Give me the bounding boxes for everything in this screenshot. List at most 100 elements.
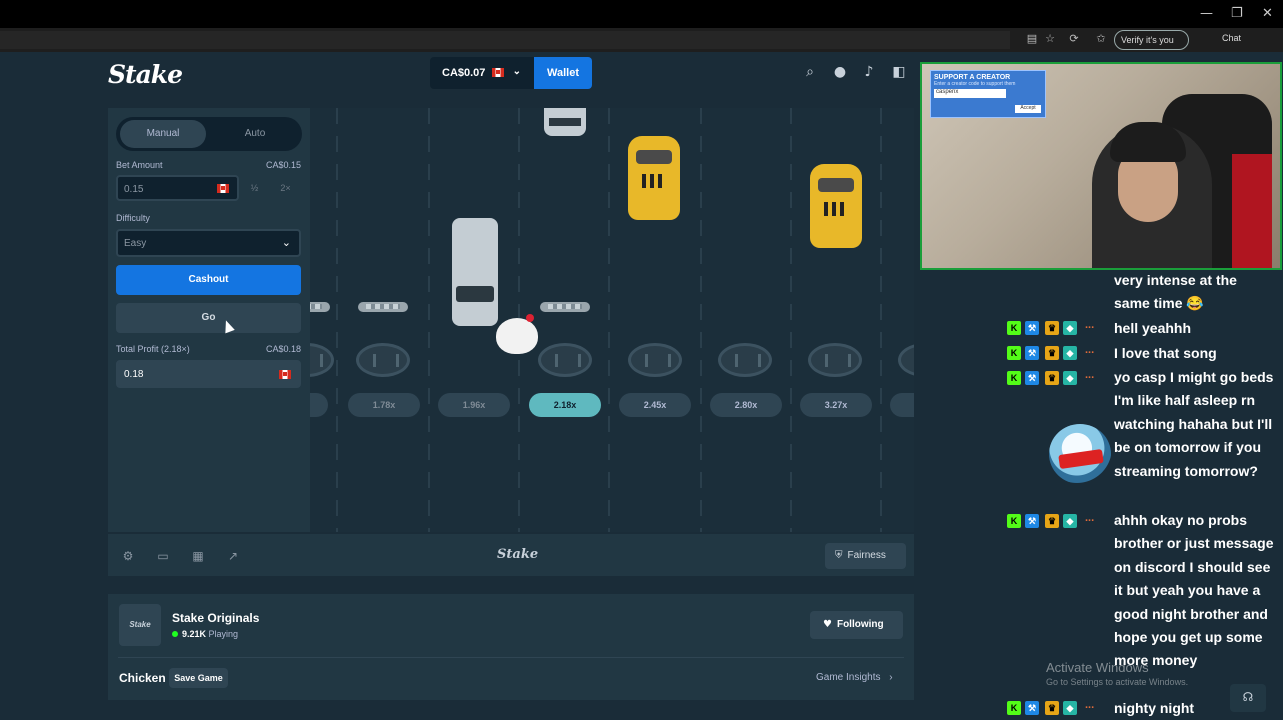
activate-windows-subtitle: Go to Settings to activate Windows. [1046, 677, 1189, 687]
restore-icon[interactable]: ❐ [1231, 6, 1243, 21]
balance-selector[interactable]: CA$0.07 ⌄ [430, 57, 534, 89]
half-bet-button[interactable]: ½ [239, 177, 270, 199]
multiplier-chip: 2.80x [710, 393, 782, 417]
multiplier-chip [890, 393, 914, 417]
badge-more: ... [1085, 369, 1095, 381]
online-dot-icon [172, 631, 178, 637]
tab-auto[interactable]: Auto [212, 120, 298, 148]
lane-divider [428, 108, 430, 532]
car [544, 108, 586, 136]
chatter-avatar [1049, 424, 1111, 484]
manhole-cover[interactable] [718, 343, 772, 377]
bet-amount-label: Bet Amount [116, 160, 163, 170]
taxi-car [628, 136, 680, 220]
fairness-button[interactable]: ⛨ Fairness [825, 543, 906, 569]
divider [118, 657, 904, 658]
chicken-game-board[interactable]: 1.78x 1.96x 2.18x 2.45x 2.80x 3.27x [310, 108, 914, 532]
stake-mini-logo: Stake [497, 547, 539, 562]
playing-label: Playing [208, 629, 239, 639]
headset-icon[interactable]: ☊ [1230, 684, 1266, 712]
playing-status: 9.21K Playing [172, 629, 238, 639]
settings-icon[interactable]: ⚙ [121, 549, 135, 563]
lane-divider [880, 108, 882, 532]
stake-originals-tile[interactable]: Stake [119, 604, 161, 646]
chat-badges: K ⚒ ♛ ◆ ... [1007, 369, 1107, 385]
go-button[interactable]: Go [116, 303, 301, 333]
hammer-badge-icon: ⚒ [1025, 701, 1039, 715]
total-profit-display: CA$0.18 [265, 344, 301, 354]
save-game-button[interactable]: Save Game [169, 668, 228, 688]
close-icon[interactable]: ✕ [1262, 6, 1273, 21]
multiplier-chip-active: 2.18x [529, 393, 601, 417]
shield-icon: ⛨ [835, 550, 843, 561]
favorites-icon[interactable]: ✩ [1094, 32, 1108, 46]
support-card-code: caspenx [934, 89, 1006, 98]
search-icon[interactable]: ⌕ [801, 64, 819, 82]
difficulty-label: Difficulty [116, 213, 150, 223]
difficulty-select[interactable]: Easy ⌄ [116, 229, 301, 257]
copilot-chat-button[interactable]: Chat [1222, 33, 1241, 43]
heart-icon: ♥ [823, 619, 832, 630]
badge-more: ... [1085, 319, 1095, 331]
kick-badge-icon: K [1007, 514, 1021, 528]
lane-divider [790, 108, 792, 532]
chevron-right-icon: › [889, 672, 893, 683]
theatre-icon[interactable]: ▭ [156, 549, 170, 563]
bell-icon[interactable]: ♪ [860, 64, 878, 82]
reader-icon[interactable]: ▤ [1025, 32, 1039, 46]
stats-icon[interactable]: ▦ [191, 549, 205, 563]
browser-toolbar: ▤ ☆ ⟳ ✩ Verify it's you Chat [0, 28, 1283, 52]
bet-amount-value: 0.15 [124, 184, 144, 195]
game-info-panel [108, 594, 914, 700]
subscriber-badge-icon: ◆ [1063, 701, 1077, 715]
manhole-cover [310, 343, 334, 377]
support-card-button: Accept [1015, 105, 1041, 113]
kick-badge-icon: K [1007, 321, 1021, 335]
webcam-overlay: SUPPORT A CREATOR Enter a creator code t… [920, 62, 1282, 270]
chat-badges: K ⚒ ♛ ◆ ... [1007, 699, 1107, 715]
chicken-character [496, 314, 538, 354]
bet-amount-display: CA$0.15 [265, 160, 301, 170]
wallet-button[interactable]: Wallet [534, 57, 592, 89]
double-bet-button[interactable]: 2× [270, 177, 301, 199]
fairness-label: Fairness [847, 550, 886, 561]
sidebar-icon[interactable]: ◧ [890, 64, 908, 82]
star-icon[interactable]: ☆ [1043, 32, 1057, 46]
crown-badge-icon: ♛ [1045, 321, 1059, 335]
hammer-badge-icon: ⚒ [1025, 514, 1039, 528]
manhole-cover[interactable] [628, 343, 682, 377]
support-card-subtitle: Enter a creator code to support them [934, 81, 1016, 87]
stake-logo[interactable]: Stake [108, 60, 183, 89]
manhole-cover[interactable] [808, 343, 862, 377]
hammer-badge-icon: ⚒ [1025, 371, 1039, 385]
hammer-badge-icon: ⚒ [1025, 346, 1039, 360]
user-icon[interactable]: ● [831, 64, 849, 82]
refresh-icon[interactable]: ⟳ [1067, 32, 1081, 46]
bet-amount-input[interactable]: 0.15 [116, 175, 239, 201]
lane-divider [700, 108, 702, 532]
following-button[interactable]: ♥ Following [810, 611, 903, 639]
total-profit-input: 0.18 [116, 360, 301, 388]
address-bar[interactable] [0, 31, 1010, 49]
chat-message: very intense at the same time 😂 [1114, 272, 1237, 312]
tab-manual[interactable]: Manual [120, 120, 206, 148]
activate-windows-title: Activate Windows [1046, 660, 1149, 675]
kick-badge-icon: K [1007, 371, 1021, 385]
game-insights-link[interactable]: Game Insights › [816, 672, 893, 683]
originals-title[interactable]: Stake Originals [172, 611, 259, 625]
chat-message: yo casp I might go beds I'm like half as… [1114, 369, 1274, 479]
trend-icon[interactable]: ↗ [226, 549, 240, 563]
chat-message: ahhh okay no probs brother or just messa… [1114, 512, 1274, 669]
kick-badge-icon: K [1007, 701, 1021, 715]
verify-button[interactable]: Verify it's you [1114, 30, 1189, 50]
canada-flag-icon [492, 68, 505, 77]
crown-badge-icon: ♛ [1045, 514, 1059, 528]
window-titlebar: — ❐ ✕ [0, 0, 1283, 28]
cashout-button[interactable]: Cashout [116, 265, 301, 295]
chevron-down-icon: ⌄ [512, 66, 521, 77]
manhole-cover[interactable] [898, 343, 914, 377]
manhole-cover[interactable] [538, 343, 592, 377]
badge-more: ... [1085, 512, 1095, 524]
minimize-icon[interactable]: — [1200, 6, 1213, 21]
manhole-cover [356, 343, 410, 377]
